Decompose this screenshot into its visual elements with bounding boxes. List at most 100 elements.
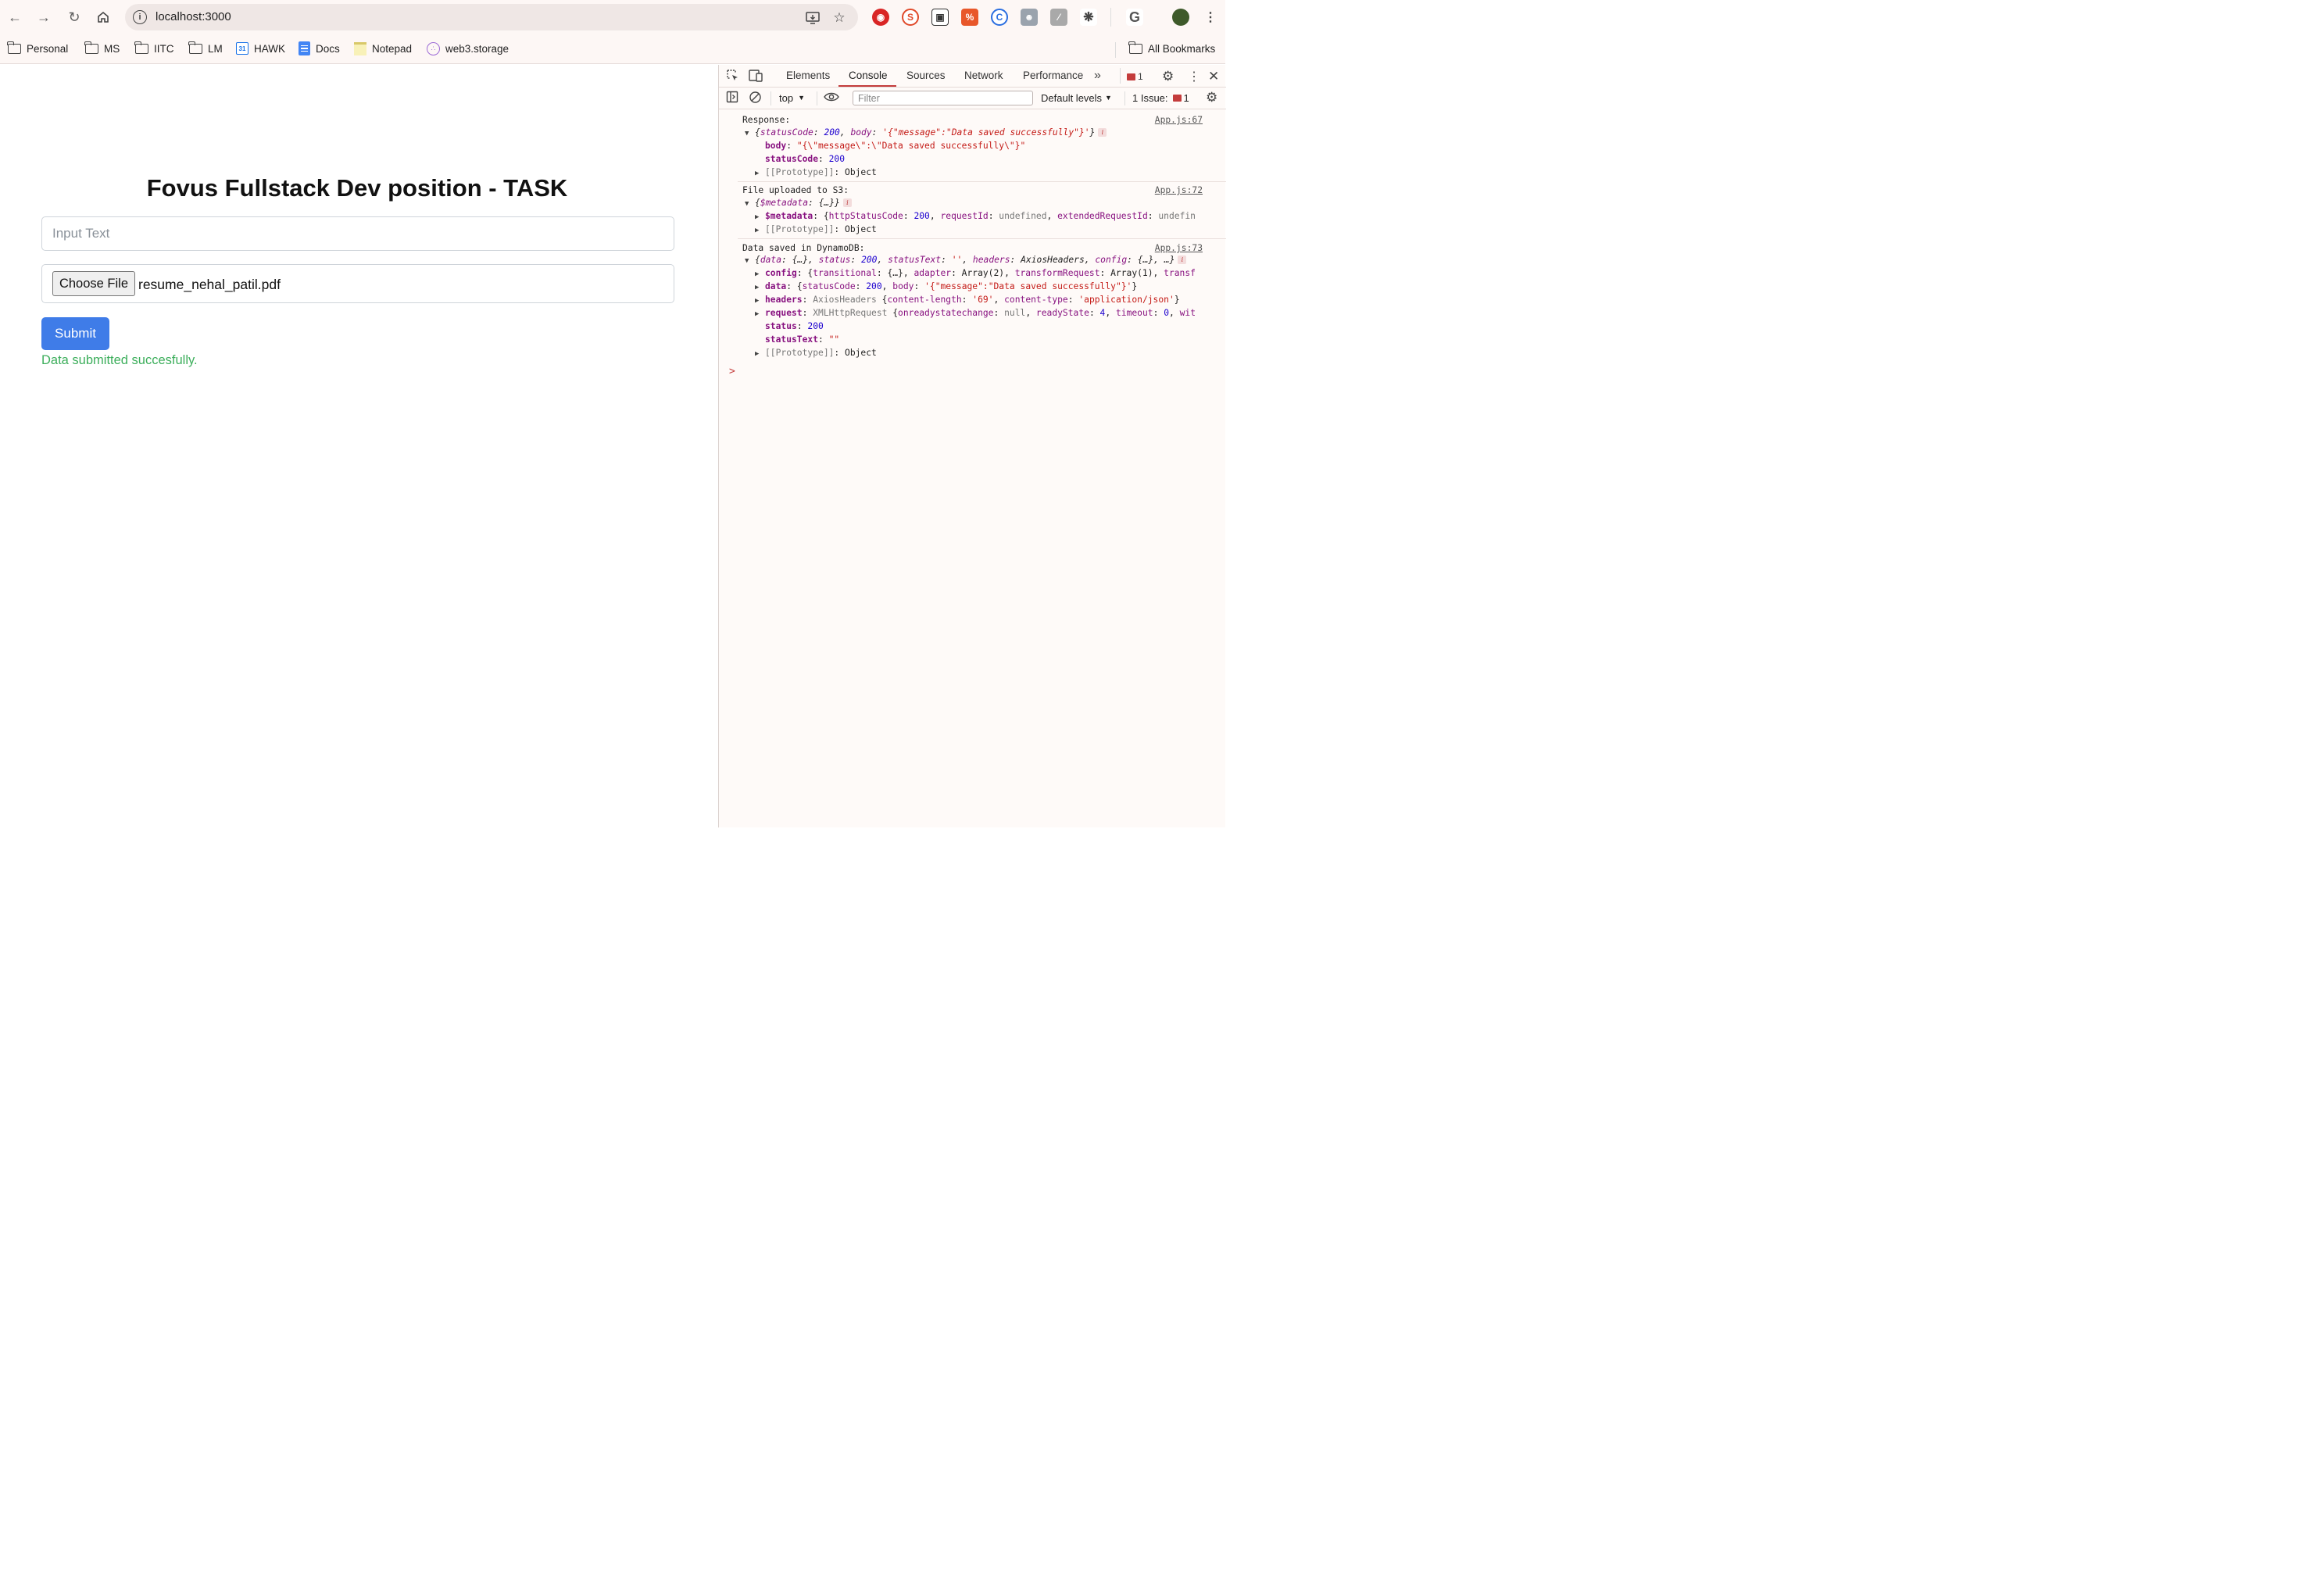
- success-message: Data submitted succesfully.: [41, 353, 198, 367]
- submit-button[interactable]: Submit: [41, 317, 109, 350]
- page-title: Fovus Fullstack Dev position - TASK: [146, 174, 568, 202]
- kebab-menu-icon[interactable]: ⋮: [1202, 9, 1219, 26]
- bookmark-iitc[interactable]: IITC: [134, 41, 174, 56]
- message-icon: [1127, 73, 1135, 80]
- live-expression-eye-icon[interactable]: [824, 91, 839, 103]
- ublock-extension-icon[interactable]: ◉: [872, 9, 889, 26]
- person-extension-icon[interactable]: ☻: [1021, 9, 1038, 26]
- bookmark-hawk[interactable]: 31 HAWK: [236, 41, 285, 56]
- selected-file-name: resume_nehal_patil.pdf: [138, 277, 281, 292]
- file-input-box[interactable]: Choose File resume_nehal_patil.pdf: [41, 264, 674, 303]
- more-tabs-chevron-icon[interactable]: »: [1094, 69, 1101, 83]
- folder-icon: [84, 41, 98, 54]
- message-count: 1: [1138, 71, 1143, 82]
- console-prompt[interactable]: >: [729, 365, 1217, 378]
- c-extension-icon[interactable]: C: [991, 9, 1008, 26]
- toolbar-divider: [1110, 8, 1111, 27]
- reload-icon[interactable]: ↻: [63, 6, 85, 28]
- bookmark-docs[interactable]: Docs: [299, 41, 340, 56]
- all-bookmarks[interactable]: All Bookmarks: [1128, 41, 1215, 56]
- folder-icon: [134, 41, 148, 54]
- console-prop-line[interactable]: ▶ [[Prototype]]: Object: [755, 346, 1242, 359]
- log-source-link[interactable]: App.js:72: [1155, 184, 1203, 197]
- bookmark-label: IITC: [154, 42, 174, 55]
- settings-gear-icon[interactable]: ⚙: [1162, 69, 1174, 84]
- site-info-icon[interactable]: i: [133, 10, 147, 24]
- clear-console-icon[interactable]: [749, 91, 762, 104]
- percent-extension-icon[interactable]: %: [961, 9, 978, 26]
- issues-count: 1: [1183, 92, 1189, 104]
- shield-extension-icon[interactable]: S: [902, 9, 919, 26]
- text-input-field[interactable]: [41, 216, 674, 251]
- puzzle-extensions-icon[interactable]: ❋: [1080, 9, 1097, 26]
- tag-extension-icon[interactable]: ⁄: [1050, 9, 1067, 26]
- log-levels-dropdown[interactable]: Default levels ▼: [1041, 92, 1112, 104]
- devtools-panel: Elements Console Sources Network Perform…: [718, 65, 1226, 827]
- console-prop-line[interactable]: ▶ headers: AxiosHeaders {content-length: …: [755, 293, 1242, 306]
- browser-toolbar: ← → ↻ i localhost:3000 ☆ ◉ S ▣ % C ☻ ⁄ ❋…: [0, 0, 1225, 34]
- log-source-link[interactable]: App.js:67: [1155, 113, 1203, 127]
- choose-file-button[interactable]: Choose File: [52, 271, 135, 296]
- console-prop-line[interactable]: ▶ [[Prototype]]: Object: [755, 223, 1242, 236]
- home-icon[interactable]: [92, 6, 114, 28]
- install-app-icon[interactable]: [804, 9, 821, 27]
- bookmark-label: Personal: [27, 42, 69, 55]
- tab-network[interactable]: Network: [964, 70, 1003, 81]
- sidebar-toggle-icon[interactable]: [726, 91, 738, 103]
- log-separator: [738, 181, 1226, 182]
- bookmark-label: Notepad: [372, 42, 413, 55]
- bookmark-notepad[interactable]: Notepad: [354, 41, 412, 56]
- tab-sources[interactable]: Sources: [906, 70, 946, 81]
- tab-console[interactable]: Console: [849, 70, 888, 81]
- console-filter-input[interactable]: [853, 91, 1033, 105]
- tab-elements[interactable]: Elements: [786, 70, 830, 81]
- url-text[interactable]: localhost:3000: [156, 10, 231, 23]
- calendar-icon: 31: [236, 42, 248, 55]
- google-icon[interactable]: G: [1126, 9, 1143, 26]
- console-prop-line[interactable]: ▶ [[Prototype]]: Object: [755, 166, 1242, 179]
- device-toolbar-icon[interactable]: [749, 69, 763, 82]
- console-prop-line: status: 200: [765, 321, 824, 331]
- web-page: Fovus Fullstack Dev position - TASK Choo…: [0, 65, 718, 827]
- issue-icon: [1172, 95, 1182, 102]
- toolbar-divider: [1124, 91, 1125, 105]
- tab-performance[interactable]: Performance: [1023, 70, 1083, 81]
- address-bar[interactable]: i localhost:3000 ☆: [125, 4, 858, 30]
- active-tab-indicator: [838, 85, 896, 87]
- folder-icon: [188, 41, 202, 54]
- console-prop-line: body: "{\"message\":\"Data saved success…: [765, 141, 1026, 151]
- console-prop-line[interactable]: ▶ $metadata: {httpStatusCode: 200, reques…: [755, 209, 1242, 223]
- context-selector[interactable]: top ▼: [779, 92, 805, 104]
- console-prop-line[interactable]: ▶ request: XMLHttpRequest {onreadystatech…: [755, 306, 1242, 320]
- inspect-element-icon[interactable]: [726, 69, 739, 82]
- console-object-line[interactable]: ▼ {$metadata: {…}} i: [745, 196, 1232, 209]
- forward-arrow-icon[interactable]: →: [33, 6, 55, 28]
- console-prop-line[interactable]: ▶ config: {transitional: {…}, adapter: Ar…: [755, 266, 1242, 280]
- bookmark-lm[interactable]: LM: [188, 41, 223, 56]
- console-prop-line: statusCode: 200: [765, 154, 846, 164]
- bookmark-ms[interactable]: MS: [84, 41, 120, 56]
- console-object-line[interactable]: ▼ {statusCode: 200, body: '{"message":"Da…: [745, 126, 1232, 139]
- bookmarks-divider: [1115, 42, 1116, 58]
- picture-in-picture-extension-icon[interactable]: ▣: [931, 9, 949, 26]
- devtools-menu-icon[interactable]: ⋮: [1188, 69, 1200, 84]
- log-levels-label: Default levels: [1041, 92, 1103, 104]
- back-arrow-icon[interactable]: ←: [4, 6, 26, 28]
- bookmark-personal[interactable]: Personal: [7, 41, 69, 56]
- console-object-line[interactable]: ▼ {data: {…}, status: 200, statusText: ''…: [745, 253, 1232, 266]
- console-prop-line: statusText: "": [765, 334, 840, 345]
- bookmark-label: LM: [208, 42, 223, 55]
- issues-label: 1 Issue:: [1132, 92, 1168, 104]
- dropdown-arrow-icon: ▼: [1105, 94, 1112, 102]
- tabbar-divider: [1120, 68, 1121, 84]
- console-prop-line[interactable]: ▶ data: {statusCode: 200, body: '{"messag…: [755, 280, 1242, 293]
- bookmark-star-icon[interactable]: ☆: [831, 9, 848, 27]
- console-settings-gear-icon[interactable]: ⚙: [1206, 90, 1217, 105]
- bookmark-web3-storage[interactable]: ∴ web3.storage: [427, 41, 509, 56]
- profile-avatar[interactable]: [1172, 9, 1189, 26]
- close-devtools-icon[interactable]: ✕: [1208, 69, 1219, 84]
- notepad-icon: [354, 41, 366, 55]
- bookmark-label: HAWK: [254, 42, 285, 55]
- issues-counter[interactable]: 1 Issue: 1: [1132, 92, 1189, 104]
- messages-counter[interactable]: 1: [1127, 71, 1143, 82]
